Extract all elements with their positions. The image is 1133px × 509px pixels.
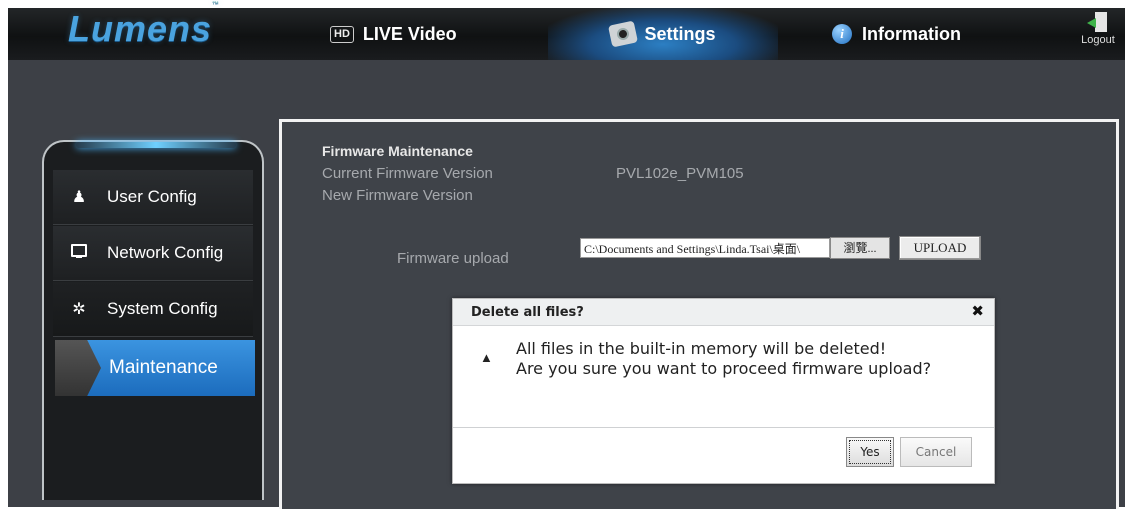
monitor-icon [71,244,87,262]
user-icon: ♟ [71,189,87,206]
nav-information-label: Information [862,23,961,44]
logout-icon [1087,12,1109,32]
sidebar-item-network-config[interactable]: Network Config [53,226,253,281]
sidebar-item-user-config[interactable]: ♟ User Config [53,170,253,225]
new-firmware-label: New Firmware Version [322,187,473,204]
info-icon: i [832,24,852,44]
logout-button[interactable]: Logout [1076,12,1120,46]
sidebar-item-label: System Config [107,299,218,318]
sidebar-item-label: Network Config [107,243,224,262]
browse-button[interactable]: 瀏覽... [830,237,890,259]
dialog-message-line-1: All files in the built-in memory will be… [516,339,887,358]
dialog-divider [453,427,994,428]
dialog-titlebar: Delete all files? ✖ [453,299,994,326]
lumens-logo: Lumens™ [68,1,221,49]
dialog-title: Delete all files? [471,305,584,320]
sidebar-item-system-config[interactable]: ✲ System Config [53,282,253,337]
file-path-field[interactable]: C:\Documents and Settings\Linda.Tsai\桌面\ [580,238,830,258]
yes-button[interactable]: Yes [846,437,894,467]
dialog-message-line-2: Are you sure you want to proceed firmwar… [516,359,932,378]
sidebar-item-label: Maintenance [109,357,218,378]
nav-live-video-label: LIVE Video [362,23,457,44]
sidebar-glow [76,142,236,148]
upload-button[interactable]: UPLOAD [899,236,981,260]
warning-icon: ▲ [480,350,493,365]
logout-label: Logout [1081,34,1115,46]
nav-settings-label: Settings [644,23,716,44]
hd-icon: HD [330,25,354,43]
nav-information[interactable]: i Information [832,8,961,60]
firmware-title: Firmware Maintenance [322,143,473,159]
close-icon[interactable]: ✖ [971,302,984,320]
sidebar-item-label: User Config [107,187,197,206]
dialog-message: All files in the built-in memory will be… [516,339,931,379]
gear-icon: ✲ [72,301,86,318]
confirm-dialog: Delete all files? ✖ ▲ All files in the b… [452,298,995,484]
current-firmware-value: PVL102e_PVM105 [616,165,744,182]
nav-live-video[interactable]: HD LIVE Video [330,8,457,60]
cancel-button[interactable]: Cancel [900,437,972,467]
camera-icon [608,20,639,48]
current-firmware-label: Current Firmware Version [322,165,493,182]
nav-settings[interactable]: Settings [548,8,778,60]
firmware-upload-label: Firmware upload [397,250,509,267]
